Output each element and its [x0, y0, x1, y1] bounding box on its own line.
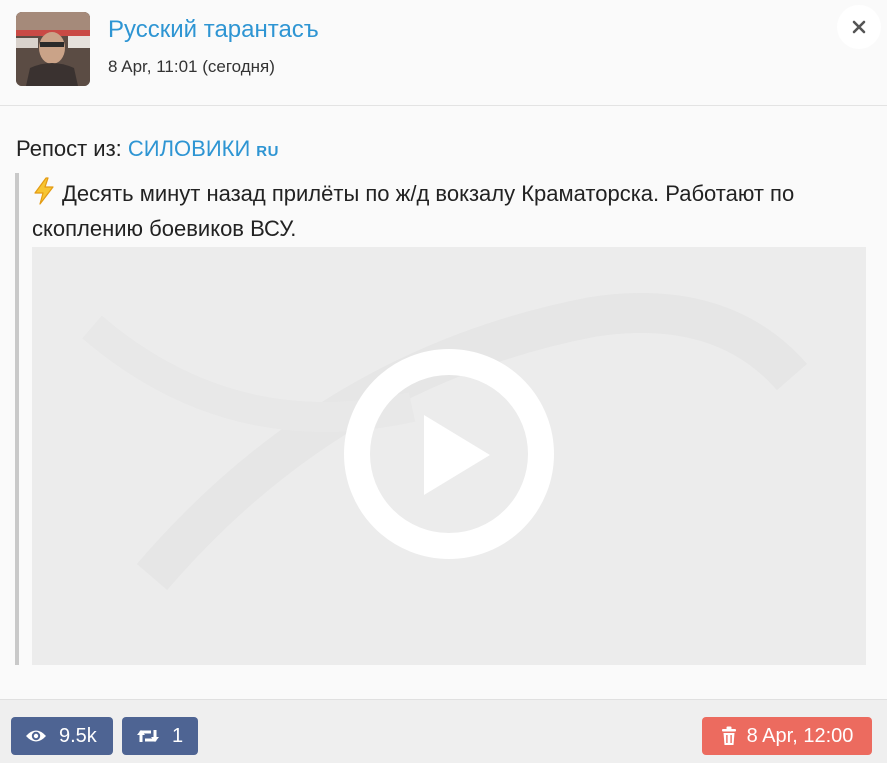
close-icon — [852, 20, 866, 34]
quote-bar — [15, 173, 19, 665]
post-header: Русский тарантасъ 8 Apr, 11:01 (сегодня) — [0, 0, 887, 106]
deleted-at-time: 8 Apr, 12:00 — [746, 724, 854, 747]
repost-icon — [137, 730, 159, 742]
repost-country-flag: RU — [256, 143, 279, 160]
avatar-image — [16, 12, 90, 86]
views-button[interactable]: 9.5k — [11, 717, 113, 755]
repost-info: Репост из: СИЛОВИКИ RU — [16, 136, 279, 162]
views-count: 9.5k — [59, 724, 97, 747]
reposts-count: 1 — [172, 724, 184, 747]
repost-source-link[interactable]: СИЛОВИКИ — [128, 136, 250, 161]
post-footer: 9.5k 1 8 Apr, 12:00 — [0, 699, 887, 763]
video-player[interactable] — [32, 247, 866, 665]
eye-icon — [26, 730, 46, 742]
channel-avatar[interactable] — [16, 12, 90, 86]
post-date: 8 Apr, 11:01 (сегодня) — [108, 57, 275, 76]
play-icon[interactable] — [344, 349, 554, 559]
deleted-at-button[interactable]: 8 Apr, 12:00 — [702, 717, 872, 755]
repost-prefix: Репост из: — [16, 136, 122, 161]
reposts-button[interactable]: 1 — [122, 717, 198, 755]
post-text: Десять минут назад прилёты по ж/д вокзал… — [32, 176, 872, 246]
trash-icon — [721, 726, 736, 745]
channel-name[interactable]: Русский тарантасъ — [108, 16, 319, 44]
close-button[interactable] — [837, 5, 881, 49]
post-text-content: Десять минут назад прилёты по ж/д вокзал… — [32, 181, 795, 241]
lightning-icon — [34, 177, 54, 205]
